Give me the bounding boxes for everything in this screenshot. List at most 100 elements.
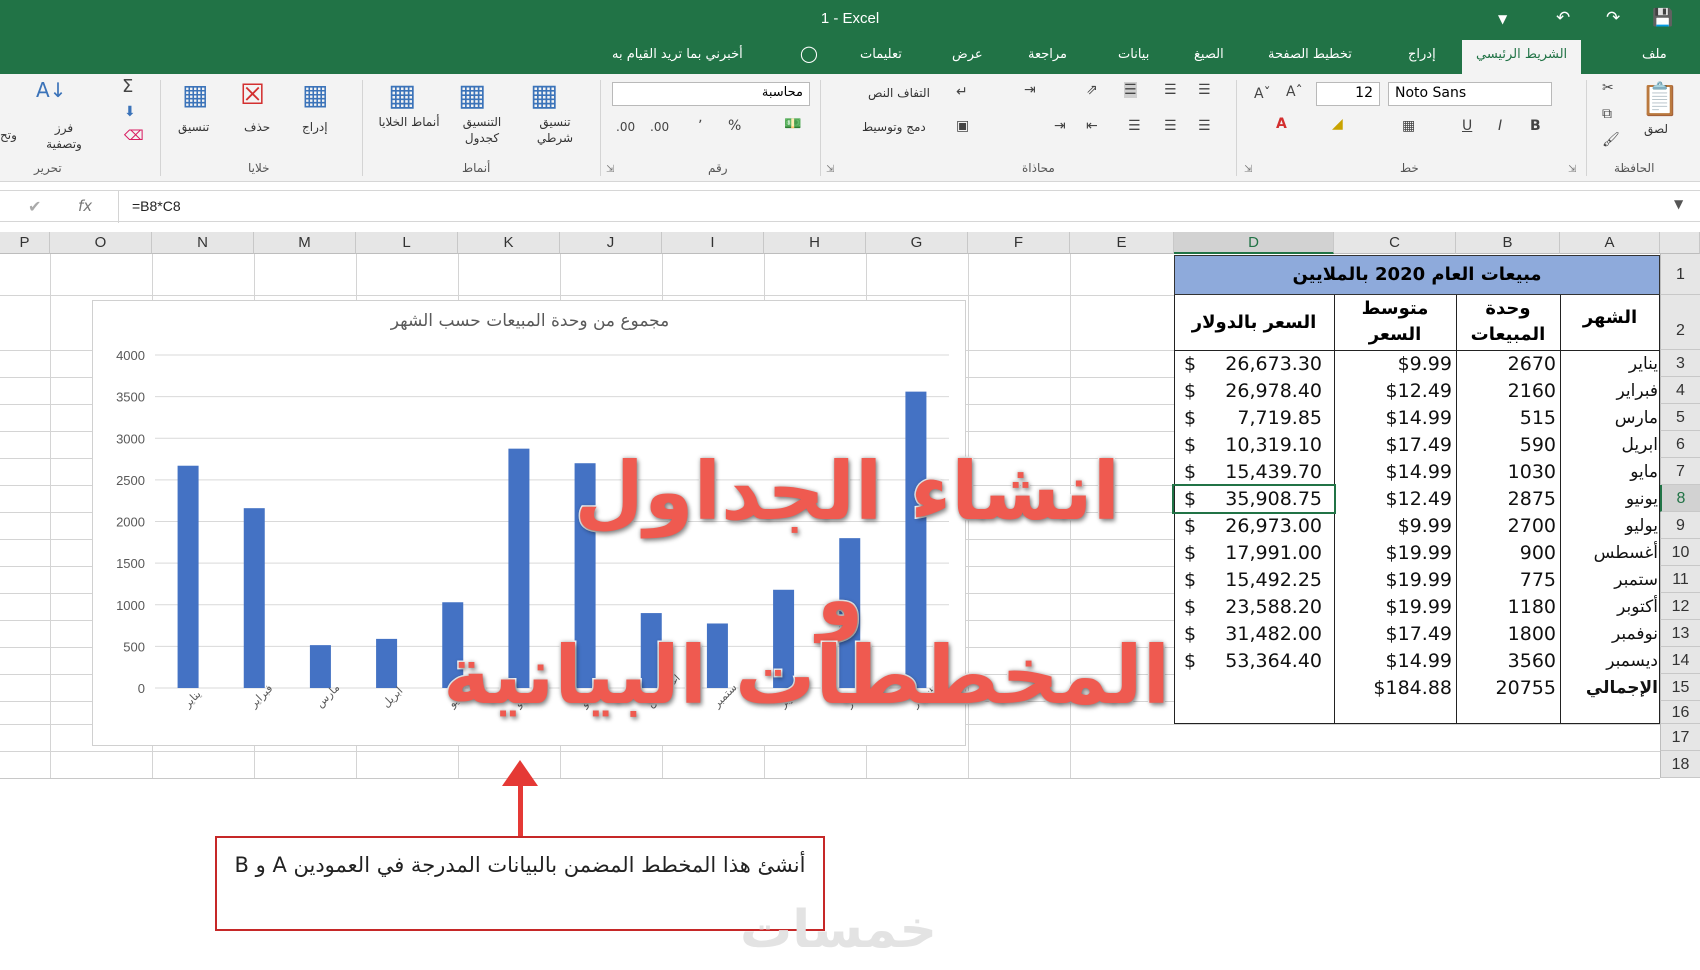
- font-name-select[interactable]: Noto Sans: [1388, 82, 1552, 106]
- find-select-label[interactable]: وتح: [0, 128, 17, 142]
- comma-button[interactable]: ٬: [698, 118, 702, 134]
- row-header[interactable]: 10: [1660, 539, 1700, 566]
- format-cells-icon[interactable]: ▦: [182, 78, 208, 111]
- sort-filter-label[interactable]: فرز وتصفية: [36, 120, 92, 152]
- align-bottom-icon[interactable]: ☰: [1124, 82, 1137, 98]
- col-header-b[interactable]: B: [1456, 232, 1560, 254]
- cell-avg-price[interactable]: $14.99: [1336, 405, 1452, 432]
- header-month[interactable]: الشهر: [1560, 305, 1660, 331]
- col-header-p[interactable]: P: [0, 232, 50, 254]
- cell-units[interactable]: 2670: [1458, 351, 1556, 378]
- wrap-text-label[interactable]: التفاف النص: [868, 86, 930, 100]
- col-header-g[interactable]: G: [866, 232, 968, 254]
- cell-avg-price[interactable]: $17.49: [1336, 621, 1452, 648]
- cell-month[interactable]: مارس: [1562, 405, 1658, 432]
- align-right-icon[interactable]: ☰: [1198, 118, 1211, 134]
- decrease-font-icon[interactable]: Aˇ: [1254, 86, 1271, 102]
- cell-price-usd[interactable]: 7,719.85: [1200, 405, 1322, 432]
- alignment-launcher-icon[interactable]: ⇲: [826, 164, 834, 175]
- col-header-i[interactable]: I: [662, 232, 764, 254]
- row-header[interactable]: 12: [1660, 593, 1700, 620]
- col-header-n[interactable]: N: [152, 232, 254, 254]
- cell-units[interactable]: 775: [1458, 567, 1556, 594]
- accounting-icon[interactable]: 💵: [784, 116, 801, 132]
- row-header[interactable]: 11: [1660, 566, 1700, 593]
- row-header[interactable]: 14: [1660, 647, 1700, 674]
- col-header-k[interactable]: K: [458, 232, 560, 254]
- fill-color-icon[interactable]: ◢: [1332, 116, 1343, 132]
- row-header[interactable]: 15: [1660, 674, 1700, 701]
- cell-price-usd[interactable]: 26,973.00: [1200, 513, 1322, 540]
- header-price-usd[interactable]: السعر بالدولار: [1174, 310, 1334, 336]
- cell-units[interactable]: 2875: [1458, 486, 1556, 513]
- cell-month[interactable]: يوليو: [1562, 513, 1658, 540]
- format-as-table-label[interactable]: التنسيق كجدول: [446, 114, 518, 146]
- cell-month[interactable]: ابريل: [1562, 432, 1658, 459]
- row-header[interactable]: 8: [1660, 485, 1700, 512]
- sort-filter-icon[interactable]: A↓: [36, 78, 66, 102]
- cut-icon[interactable]: ✂: [1602, 80, 1614, 96]
- cell-price-usd[interactable]: 10,319.10: [1200, 432, 1322, 459]
- cell-units[interactable]: 1180: [1458, 594, 1556, 621]
- cell-price-usd[interactable]: 23,588.20: [1200, 594, 1322, 621]
- decrease-decimal-button[interactable]: .00: [616, 120, 635, 134]
- cell-avg-price[interactable]: $14.99: [1336, 459, 1452, 486]
- cell-units[interactable]: 3560: [1458, 648, 1556, 675]
- cell-units[interactable]: 1800: [1458, 621, 1556, 648]
- save-icon[interactable]: 💾: [1652, 8, 1673, 28]
- row-header[interactable]: 7: [1660, 458, 1700, 485]
- active-cell[interactable]: [1172, 484, 1336, 514]
- copy-icon[interactable]: ⧉: [1602, 106, 1612, 122]
- table-title[interactable]: مبيعات العام 2020 بالملايين: [1174, 255, 1660, 295]
- font-color-icon[interactable]: A: [1276, 116, 1287, 132]
- cell-styles-icon[interactable]: ▦: [388, 78, 416, 113]
- format-as-table-icon[interactable]: ▦: [458, 78, 486, 113]
- cell-price-usd[interactable]: 53,364.40: [1200, 648, 1322, 675]
- delete-cells-icon[interactable]: ☒: [240, 78, 265, 111]
- tab-file[interactable]: ملف: [1642, 47, 1667, 62]
- cell-avg-price[interactable]: $19.99: [1336, 567, 1452, 594]
- cell-avg-price[interactable]: $19.99: [1336, 594, 1452, 621]
- cell-month[interactable]: نوفمبر: [1562, 621, 1658, 648]
- row-header[interactable]: 1: [1660, 254, 1700, 295]
- formula-input[interactable]: =B8*C8: [132, 198, 181, 214]
- format-painter-icon[interactable]: 🖌: [1602, 132, 1620, 148]
- tab-data[interactable]: بيانات: [1118, 47, 1149, 62]
- conditional-formatting-icon[interactable]: ▦: [530, 78, 558, 113]
- cell-avg-price[interactable]: $19.99: [1336, 540, 1452, 567]
- merge-center-icon[interactable]: ▣: [956, 118, 969, 134]
- cell-price-usd[interactable]: 26,673.30: [1200, 351, 1322, 378]
- tab-page-layout[interactable]: تخطيط الصفحة: [1268, 47, 1352, 62]
- cell-avg-price[interactable]: $12.49: [1336, 486, 1452, 513]
- tab-view[interactable]: عرض: [952, 47, 983, 62]
- tab-insert[interactable]: إدراج: [1408, 47, 1436, 62]
- header-avg-price[interactable]: متوسط السعر: [1334, 296, 1456, 348]
- tell-me-search[interactable]: أخبرني بما تريد القيام به: [612, 47, 743, 62]
- row-header[interactable]: 16: [1660, 701, 1700, 724]
- autosum-icon[interactable]: Σ: [122, 76, 133, 97]
- row-header[interactable]: 5: [1660, 404, 1700, 431]
- cell-avg-price[interactable]: $12.49: [1336, 378, 1452, 405]
- col-header-o[interactable]: O: [50, 232, 152, 254]
- clipboard-launcher-icon[interactable]: ⇲: [1568, 164, 1576, 175]
- font-launcher-icon[interactable]: ⇲: [1244, 164, 1252, 175]
- header-units[interactable]: وحدة المبيعات: [1456, 296, 1560, 348]
- number-launcher-icon[interactable]: ⇲: [606, 164, 614, 175]
- orientation-icon[interactable]: ⇗: [1086, 82, 1098, 98]
- cell-price-usd[interactable]: 26,978.40: [1200, 378, 1322, 405]
- format-cells-label[interactable]: تنسيق: [178, 120, 209, 134]
- cell-avg-price[interactable]: $9.99: [1336, 513, 1452, 540]
- cell-month[interactable]: يونيو: [1562, 486, 1658, 513]
- cell-month[interactable]: ستمبر: [1562, 567, 1658, 594]
- col-header-e[interactable]: E: [1070, 232, 1174, 254]
- cell-avg-price[interactable]: $17.49: [1336, 432, 1452, 459]
- align-center-icon[interactable]: ☰: [1164, 118, 1177, 134]
- cell-units[interactable]: 2160: [1458, 378, 1556, 405]
- row-header[interactable]: 17: [1660, 724, 1700, 751]
- conditional-formatting-label[interactable]: تنسيق شرطي: [522, 114, 588, 146]
- indent-icon[interactable]: ⇥: [1024, 82, 1036, 98]
- increase-decimal-button[interactable]: .00: [650, 120, 669, 134]
- cell-month[interactable]: فبراير: [1562, 378, 1658, 405]
- col-header-j[interactable]: J: [560, 232, 662, 254]
- bold-button[interactable]: B: [1530, 118, 1541, 134]
